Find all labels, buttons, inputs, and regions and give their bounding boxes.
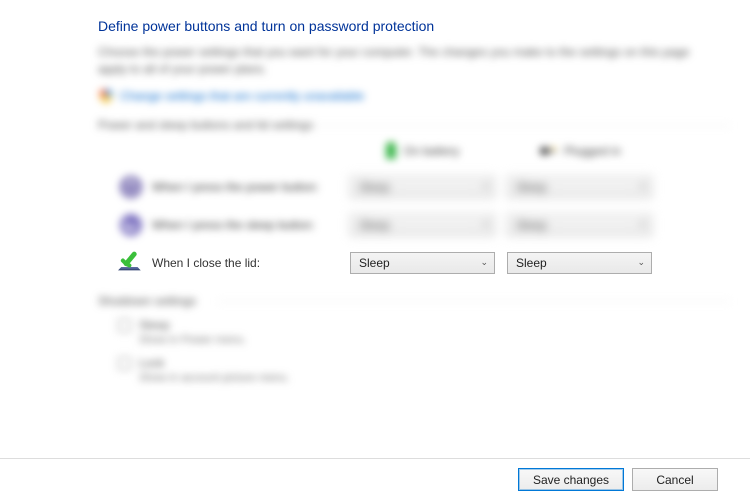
page-title: Define power buttons and turn on passwor… [98,18,710,34]
column-on-battery: On battery [350,142,495,160]
power-button-icon [118,174,144,200]
column-plugged-in-label: Plugged in [564,144,621,158]
sleep-button-icon [118,212,144,238]
buttons-lid-section-label: Power and sleep buttons and lid settings [98,118,710,132]
power-button-battery-select[interactable]: Sleep ▾ [350,176,495,198]
chevron-down-icon: ⌄ [637,257,645,268]
shutdown-option-lock[interactable]: Lock Show in account picture menu. [118,356,710,384]
power-button-row-label: When I press the power button: [118,174,338,200]
laptop-lid-icon [118,250,144,276]
sleep-button-row-label: When I press the sleep button: [118,212,338,238]
chevron-down-icon: ▾ [483,219,488,230]
change-settings-link[interactable]: Change settings that are currently unava… [120,89,364,103]
chevron-down-icon: ▾ [483,181,488,192]
power-button-plugged-select[interactable]: Sleep ▾ [507,176,652,198]
close-lid-label-text: When I close the lid: [152,256,260,270]
shutdown-option-sleep[interactable]: Sleep Show in Power menu. [118,318,710,346]
close-lid-row-label: When I close the lid: [118,250,338,276]
battery-icon [385,142,397,160]
footer-bar: Save changes Cancel [0,458,750,500]
plug-icon [538,145,558,157]
page-description: Choose the power settings that you want … [98,44,710,78]
sleep-button-plugged-select[interactable]: Sleep ▾ [507,214,652,236]
save-changes-button[interactable]: Save changes [518,468,624,491]
chevron-down-icon: ▾ [640,181,645,192]
cancel-button[interactable]: Cancel [632,468,718,491]
checkbox-icon [118,319,131,332]
chevron-down-icon: ⌄ [480,257,488,268]
shield-icon [98,88,114,104]
close-lid-plugged-select[interactable]: Sleep ⌄ [507,252,652,274]
close-lid-battery-select[interactable]: Sleep ⌄ [350,252,495,274]
column-on-battery-label: On battery [403,144,459,158]
sleep-button-battery-select[interactable]: Sleep ▾ [350,214,495,236]
shutdown-section-label: Shutdown settings [98,294,710,308]
chevron-down-icon: ▾ [640,219,645,230]
checkbox-icon [118,357,131,370]
column-plugged-in: Plugged in [507,144,652,158]
